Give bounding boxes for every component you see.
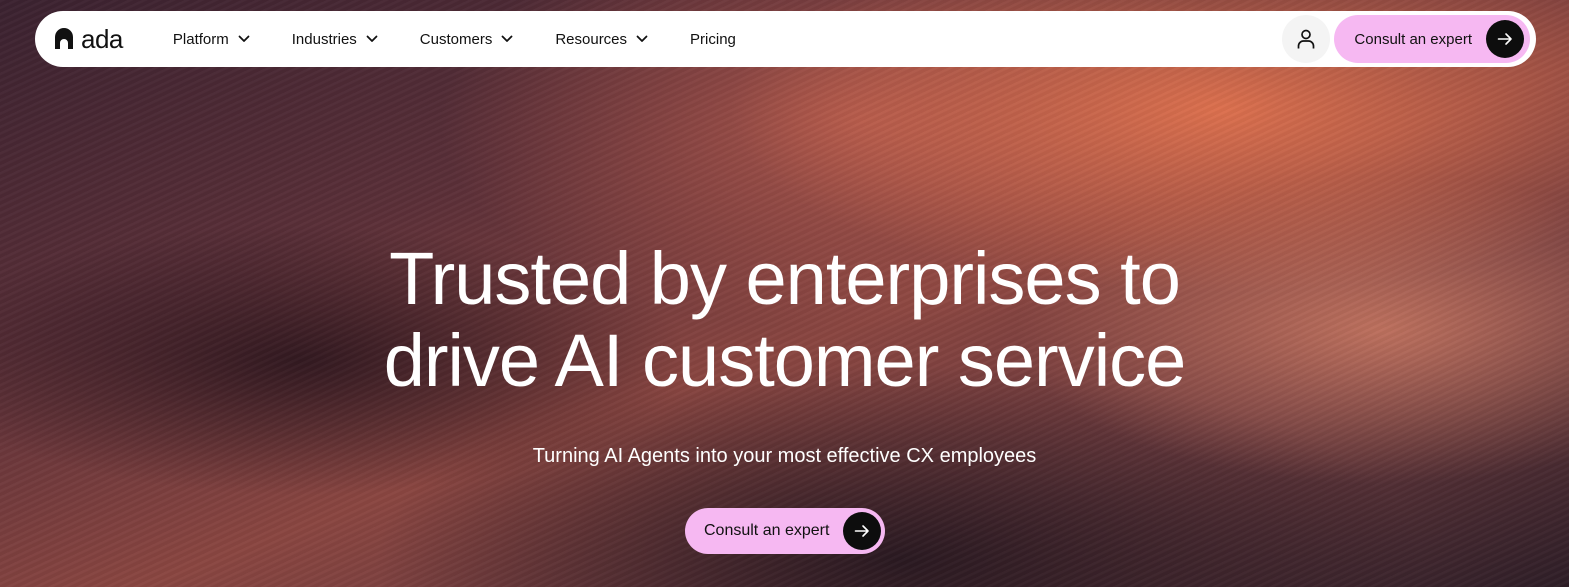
nav-item-label: Resources [555,30,628,48]
nav-item-pricing[interactable]: Pricing [690,31,736,48]
user-icon [1298,29,1315,49]
top-navbar: ada Platform Industries Customers Resour… [35,11,1536,67]
arrow-right-icon [854,525,869,537]
hero-cta-label: Consult an expert [704,522,830,539]
nav-item-label: Pricing [690,30,736,48]
arrow-right-icon [1497,33,1512,45]
hero-headline: Trusted by enterprises to drive AI custo… [0,238,1569,402]
nav-item-resources[interactable]: Resources [555,31,648,48]
chevron-down-icon [238,35,250,42]
nav-item-label: Customers [419,30,493,48]
hero-subheadline: Turning AI Agents into your most effecti… [532,445,1037,467]
nav-item-label: Platform [172,30,229,48]
nav-menu: Platform Industries Customers Resources … [173,31,778,48]
nav-actions: Consult an expert [1282,15,1530,63]
hero-headline-line2: drive AI customer service [383,319,1187,402]
chevron-down-icon [501,35,513,42]
hero-section: Trusted by enterprises to drive AI custo… [0,0,1569,587]
hero-headline-line1: Trusted by enterprises to [389,237,1181,320]
arrow-circle [843,512,881,550]
ada-logo[interactable]: ada [53,26,123,52]
nav-item-label: Industries [291,30,357,48]
cta-label: Consult an expert [1354,30,1472,48]
nav-item-platform[interactable]: Platform [173,31,250,48]
background-texture [0,0,1569,587]
nav-item-industries[interactable]: Industries [292,31,378,48]
nav-item-customers[interactable]: Customers [420,31,514,48]
chevron-down-icon [366,35,378,42]
logo-text: ada [81,24,123,54]
consult-expert-button[interactable]: Consult an expert [1334,15,1530,63]
account-button[interactable] [1282,15,1331,63]
chevron-down-icon [636,35,648,42]
hero-consult-expert-button[interactable]: Consult an expert [685,508,885,554]
arrow-circle [1486,20,1524,58]
ada-logo-icon [55,28,73,49]
